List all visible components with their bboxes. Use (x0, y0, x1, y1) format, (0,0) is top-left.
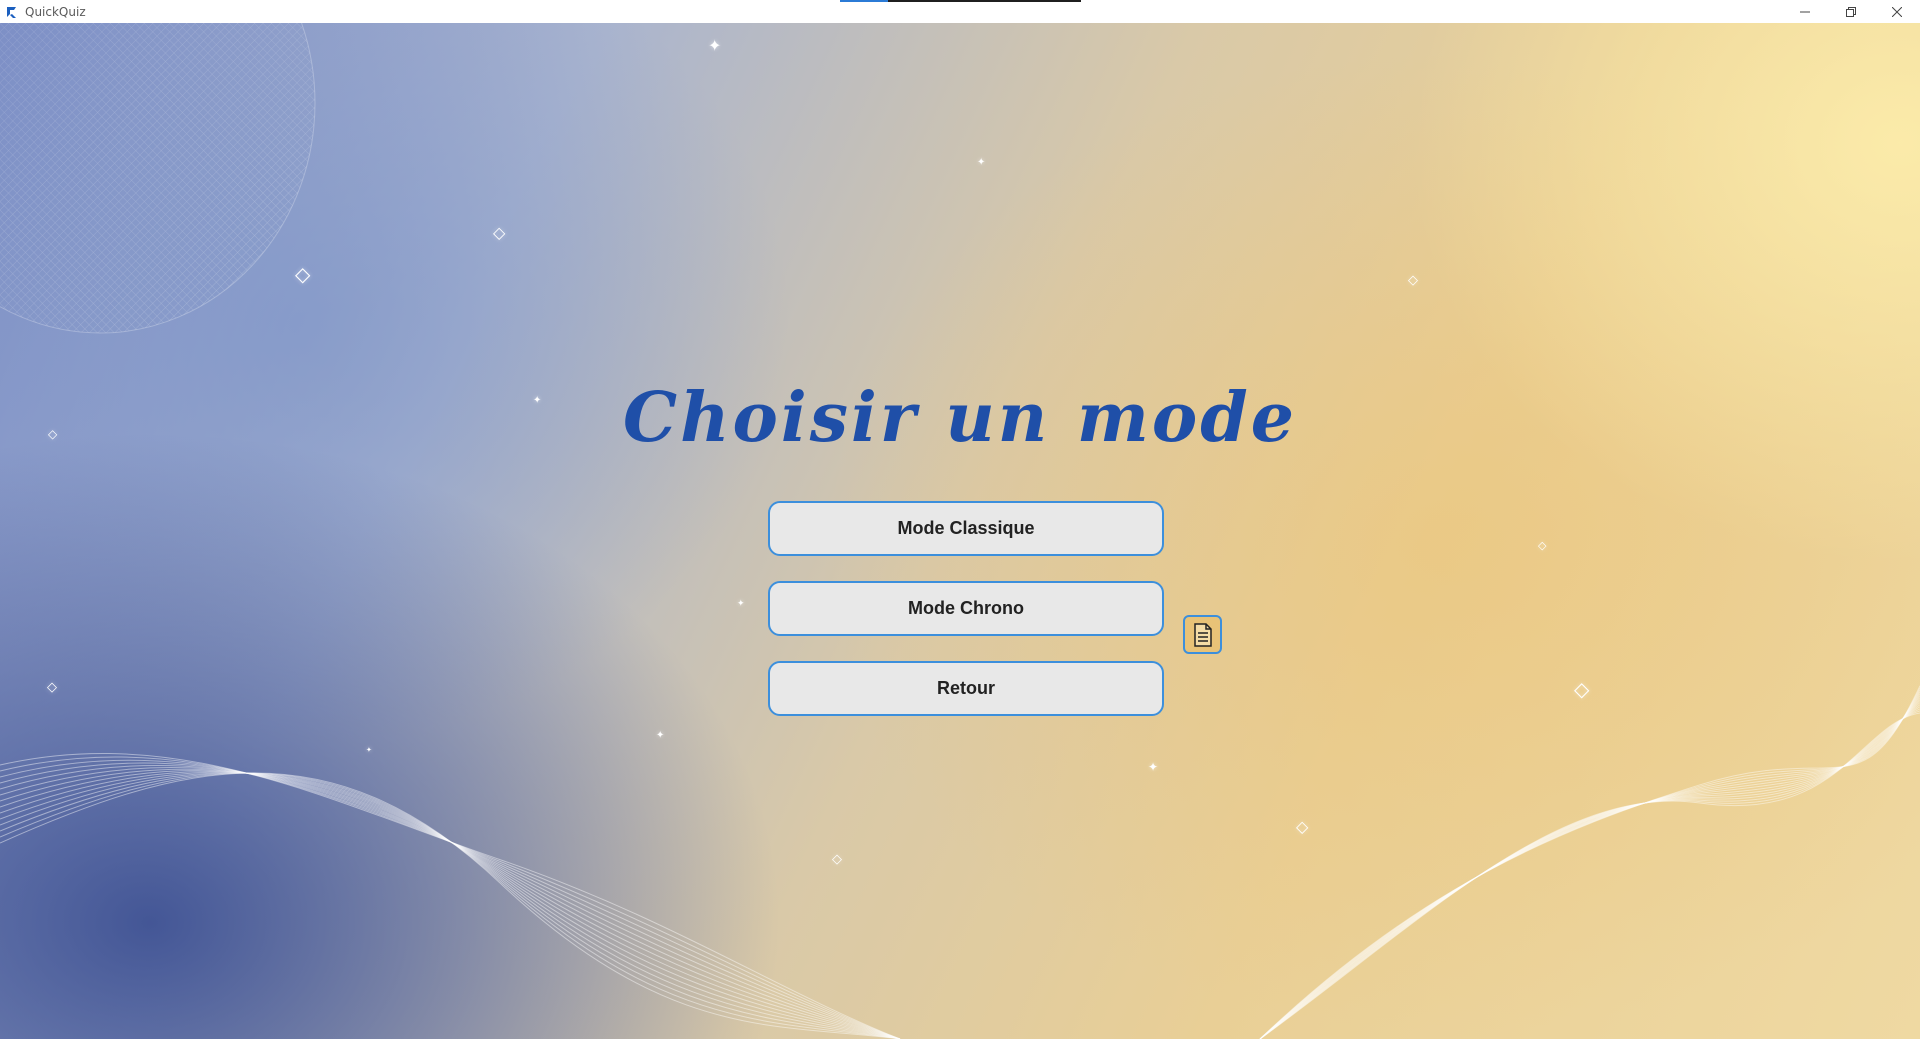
wave-line (0, 762, 901, 1039)
sparkle-decoration: ◇ (493, 225, 506, 242)
wave-line (1259, 708, 1920, 1039)
wave-line (0, 764, 901, 1039)
sparkle-decoration: ◇ (1296, 819, 1309, 836)
sparkle-decoration: ✦ (366, 747, 372, 754)
sparkle-decoration: ✦ (656, 730, 665, 741)
wave-lines-left (0, 753, 901, 1039)
sparkle-decoration: ◇ (1574, 679, 1590, 701)
restore-icon (1846, 6, 1856, 17)
wave-line (1259, 702, 1920, 1039)
page-title: Choisir un mode (622, 378, 1298, 458)
close-icon (1892, 6, 1902, 17)
wave-line (0, 768, 901, 1039)
restore-button[interactable] (1828, 0, 1874, 23)
sparkle-decoration: ✦ (708, 38, 722, 55)
wave-line (1259, 700, 1920, 1039)
sparkle-decoration: ◇ (832, 851, 842, 866)
wave-line (0, 756, 901, 1039)
wave-line (0, 759, 901, 1039)
mode-selection-screen: ✦ ✦ ◇ ◇ ◇ ✦ ◇ ◇ ✦ ◇ ◇ ✦ ✦ ✦ ◇ ◇ Choisir … (0, 23, 1920, 1039)
minimize-button[interactable] (1782, 0, 1828, 23)
retour-button[interactable]: Retour (768, 661, 1164, 716)
sparkle-decoration: ◇ (1538, 540, 1547, 552)
wave-line (1259, 704, 1920, 1039)
app-window: QuickQuiz ✦ ✦ ◇ ◇ ◇ ✦ ◇ ◇ ✦ ◇ ◇ ✦ ✦ ✦ ◇ … (0, 0, 1920, 1041)
loading-progress-bar (840, 0, 1081, 2)
title-bar[interactable]: QuickQuiz (0, 0, 1920, 23)
wave-line (1259, 687, 1920, 1039)
wave-line (1259, 697, 1920, 1039)
wave-line (1259, 689, 1920, 1039)
sparkle-decoration: ◇ (295, 264, 311, 286)
sparkle-decoration: ✦ (737, 598, 745, 608)
wave-line (1259, 693, 1920, 1039)
wave-line (1259, 710, 1920, 1039)
mode-chrono-button[interactable]: Mode Chrono (768, 581, 1164, 636)
document-icon (1193, 622, 1212, 647)
wave-lines-right (1259, 685, 1920, 1039)
wave-line (1259, 712, 1920, 1039)
minimize-icon (1800, 11, 1810, 12)
sparkle-decoration: ✦ (1148, 760, 1159, 774)
mesh-circle-decoration (0, 23, 316, 334)
window-controls (1782, 0, 1920, 23)
mode-classique-button[interactable]: Mode Classique (768, 501, 1164, 556)
close-button[interactable] (1874, 0, 1920, 23)
wave-line (0, 753, 901, 1039)
loading-progress-fill (840, 0, 889, 2)
wave-line (1259, 706, 1920, 1039)
wave-line (1259, 685, 1920, 1039)
sparkle-decoration: ◇ (47, 679, 57, 694)
wave-line (1259, 691, 1920, 1039)
sparkle-decoration: ◇ (1408, 272, 1418, 287)
wave-line (1259, 695, 1920, 1039)
chrono-rules-button[interactable] (1183, 615, 1222, 654)
quickquiz-logo-icon (4, 4, 20, 20)
wave-line (0, 767, 901, 1039)
window-title: QuickQuiz (25, 4, 86, 19)
sparkle-decoration: ✦ (977, 157, 986, 168)
